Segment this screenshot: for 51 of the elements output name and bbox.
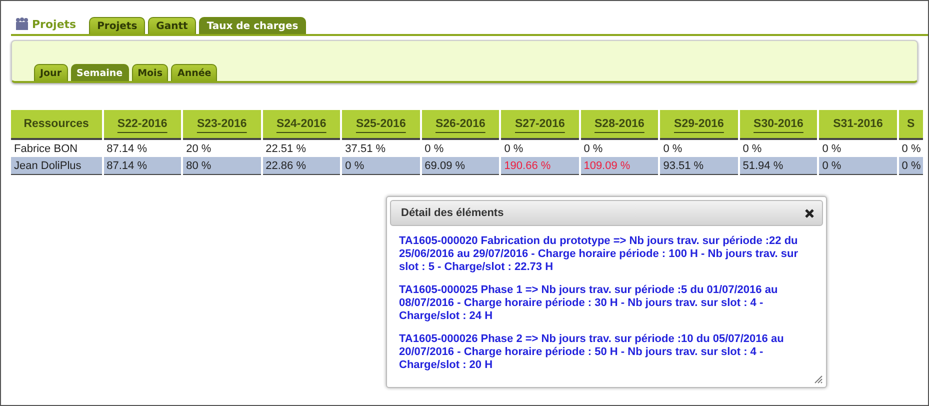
- close-button[interactable]: [805, 208, 814, 218]
- task-detail: TA1605-000026 Phase 2 => Nb jours trav. sur période :10 du 05/07/2016 au 20/07/2016 - Charge horaire période : 50 H - Nb jours trav. sur slot : 4 - Charge/slot : 20 H: [399, 333, 785, 372]
- task-detail: TA1605-000025 Phase 1 => Nb jours trav. sur période :5 du 01/07/2016 au 08/07/2016 - Charge horaire période : 30 H - Nb jours trav. sur slot : 4 - Charge/slot : 24 H: [399, 284, 779, 323]
- table-cell-text: 0 %: [900, 142, 922, 156]
- module-title: Projets: [32, 18, 76, 30]
- column-header[interactable]: S27-2016: [501, 110, 579, 140]
- tab[interactable]: Gantt: [148, 17, 196, 34]
- column-header[interactable]: S25-2016: [342, 110, 420, 140]
- dialog-title: Détail des éléments: [401, 207, 504, 219]
- table-cell-text: 0 %: [662, 142, 684, 156]
- table-cell-text: 0 %: [821, 142, 842, 156]
- column-header[interactable]: S26-2016: [422, 110, 500, 140]
- table-cell: 80 %: [183, 157, 261, 175]
- people-icon: [15, 17, 29, 31]
- table-cell: 93.51 %: [660, 157, 738, 175]
- table-cell: 109.09 %: [580, 157, 658, 175]
- subtab[interactable]: Semaine: [70, 64, 129, 81]
- table-cell: 51.94 %: [740, 157, 818, 175]
- table-cell: 69.09 %: [422, 157, 500, 175]
- column-header: Ressources: [11, 110, 102, 140]
- table-cell-text: 20 %: [185, 142, 212, 156]
- table-cell: Jean DoliPlus: [11, 157, 102, 175]
- table-cell: 190.66 %: [501, 157, 579, 175]
- column-header[interactable]: S29-2016: [660, 110, 738, 140]
- table-cell-text: 0 %: [503, 142, 524, 156]
- table-cell-text: 0 %: [582, 142, 604, 156]
- table-cell-text: 22.51 %: [264, 142, 308, 156]
- table-cell-text: 0 %: [424, 142, 445, 156]
- table-cell-text: Fabrice BON: [13, 142, 79, 156]
- subtab[interactable]: Mois: [132, 64, 168, 81]
- subtab[interactable]: Année: [171, 64, 218, 81]
- table-cell-text: 0 %: [742, 142, 763, 156]
- resize-grip-icon[interactable]: [814, 375, 823, 384]
- table-cell: 0 %: [898, 157, 923, 175]
- table-cell: 0 %: [342, 157, 420, 175]
- table-cell: 22.86 %: [262, 157, 340, 175]
- table-cell-text: 87.14 %: [106, 142, 148, 156]
- column-header: S31-2016: [819, 110, 897, 140]
- tab[interactable]: Projets: [89, 17, 146, 34]
- subtab[interactable]: Jour: [34, 64, 68, 81]
- table-cell-text: 37.51 %: [344, 142, 387, 156]
- tab[interactable]: Taux de charges: [198, 17, 306, 34]
- task-detail: TA1605-000020 Fabrication du prototype => Nb jours trav. sur période :22 du 25/06/2016 au 29/07/2016 - Charge horaire période : 100 H - Nb jours trav. sur slot : 5 - Charge/slot : 22.73 H: [399, 235, 800, 274]
- column-header[interactable]: S22-2016: [104, 110, 182, 140]
- column-header[interactable]: S23-2016: [183, 110, 261, 140]
- table-cell: 0 %: [819, 157, 897, 175]
- table-cell: 87.14 %: [104, 157, 182, 175]
- column-header[interactable]: S30-2016: [740, 110, 818, 140]
- column-header[interactable]: S28-2016: [580, 110, 658, 140]
- column-header[interactable]: S24-2016: [262, 110, 340, 140]
- column-header: S: [898, 110, 923, 140]
